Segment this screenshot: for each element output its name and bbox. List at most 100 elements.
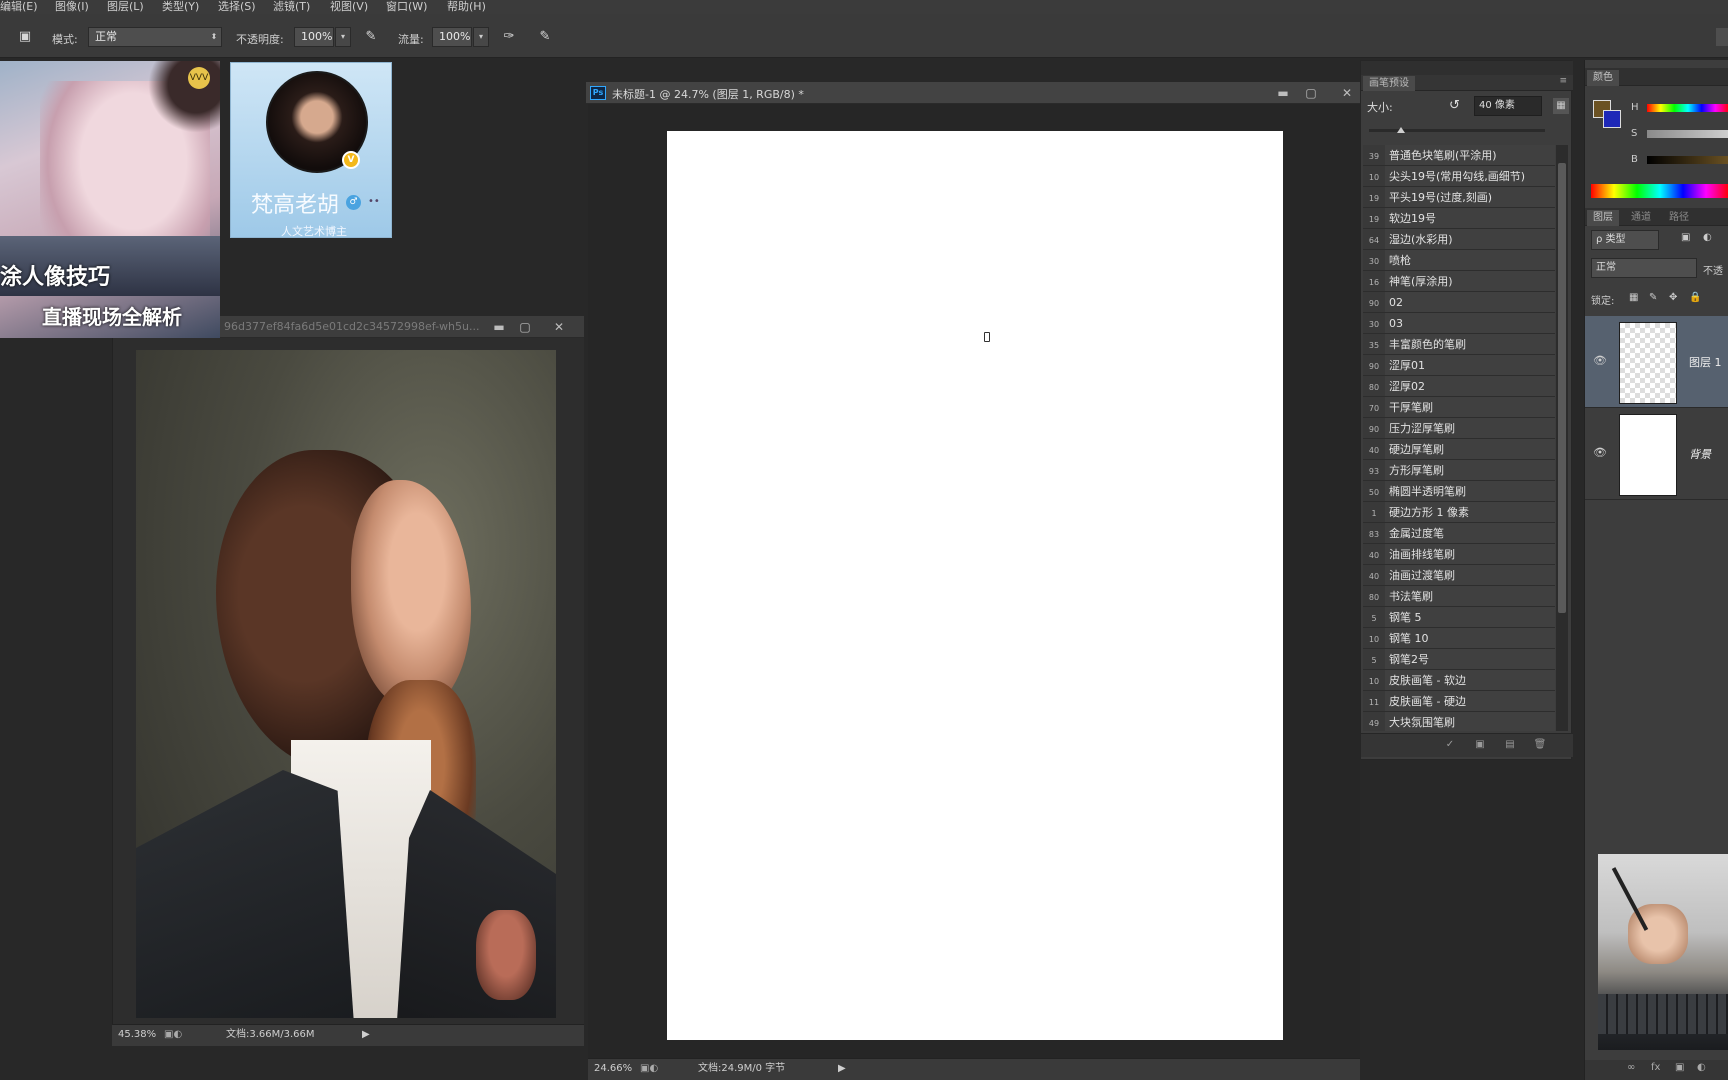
close-icon[interactable]: ✕ — [550, 319, 568, 335]
menu-image[interactable]: 图像(I) — [55, 0, 89, 13]
layer-filter-select[interactable]: ρ 类型 — [1591, 230, 1659, 250]
link-icon[interactable]: ∞ — [1627, 1062, 1635, 1073]
reference-window-titlebar[interactable]: 96d377ef84fa6d5e01cd2c34572998ef-wh5u...… — [220, 316, 584, 338]
main-window-titlebar[interactable]: Ps 未标题-1 @ 24.7% (图层 1, RGB/8) * ▬ ▢ ✕ — [586, 82, 1362, 104]
pressure-size-icon[interactable]: ✎ — [536, 28, 554, 46]
brush-preset-item[interactable]: 5 钢笔 5 — [1363, 607, 1555, 628]
menu-view[interactable]: 视图(V) — [330, 0, 368, 13]
brush-preset-item[interactable]: 64 湿边(水彩用) — [1363, 229, 1555, 250]
brush-preset-item[interactable]: 90 02 — [1363, 292, 1555, 313]
size-slider-thumb[interactable] — [1397, 127, 1405, 133]
brush-preset-item[interactable]: 40 油画排线笔刷 — [1363, 544, 1555, 565]
brush-preset-item[interactable]: 1 硬边方形 1 像素 — [1363, 502, 1555, 523]
new-brush-icon[interactable]: ▤ — [1503, 738, 1517, 752]
maximize-icon[interactable]: ▢ — [1302, 85, 1320, 101]
brush-preset-item[interactable]: 30 喷枪 — [1363, 250, 1555, 271]
brush-preset-item[interactable]: 40 硬边厚笔刷 — [1363, 439, 1555, 460]
brightness-slider[interactable] — [1647, 156, 1728, 164]
brush-preset-item[interactable]: 11 皮肤画笔 - 硬边 — [1363, 691, 1555, 712]
panel-menu-icon[interactable]: ≡ — [1559, 76, 1567, 86]
brush-preset-item[interactable]: 40 油画过渡笔刷 — [1363, 565, 1555, 586]
brush-preset-item[interactable]: 10 皮肤画笔 - 软边 — [1363, 670, 1555, 691]
close-icon[interactable]: ✕ — [1338, 85, 1356, 101]
color-spectrum-ramp[interactable] — [1591, 184, 1728, 198]
minimize-icon[interactable]: ▬ — [1274, 85, 1292, 101]
status-menu-arrow-icon[interactable]: ▶ — [362, 1025, 370, 1045]
background-color-swatch[interactable] — [1603, 110, 1621, 128]
menu-window[interactable]: 窗口(W) — [386, 0, 427, 13]
document-canvas[interactable] — [667, 131, 1283, 1040]
layer-row[interactable]: 👁 图层 1 — [1585, 316, 1728, 408]
visibility-eye-icon[interactable]: 👁 — [1593, 446, 1607, 459]
proof-icon[interactable]: ▣◐ — [640, 1059, 658, 1079]
saturation-slider[interactable] — [1647, 130, 1728, 138]
opacity-input[interactable]: 100% — [294, 27, 334, 47]
lock-paint-icon[interactable]: ✎ — [1649, 292, 1657, 303]
brush-preset-item[interactable]: 90 涩厚01 — [1363, 355, 1555, 376]
brush-preset-item[interactable]: 19 平头19号(过度,刻画) — [1363, 187, 1555, 208]
status-menu-arrow-icon[interactable]: ▶ — [838, 1059, 846, 1079]
tab-brush-presets[interactable]: 画笔预设 — [1363, 76, 1415, 91]
lock-all-icon[interactable]: 🔒 — [1689, 292, 1701, 303]
proof-icon[interactable]: ▣◐ — [164, 1025, 182, 1045]
brush-preset-item[interactable]: 80 涩厚02 — [1363, 376, 1555, 397]
reference-zoom[interactable]: 45.38% — [118, 1025, 156, 1045]
workspace-switcher[interactable] — [1716, 28, 1728, 46]
layer-name[interactable]: 图层 1 — [1689, 354, 1722, 370]
layer-name[interactable]: 背景 — [1689, 446, 1711, 462]
brush-preset-item[interactable]: 39 普通色块笔刷(平涂用) — [1363, 145, 1555, 166]
adjustment-icon[interactable]: ◐ — [1697, 1062, 1706, 1073]
airbrush-icon[interactable]: ✑ — [500, 28, 518, 46]
mask-icon[interactable]: ▣ — [1675, 1062, 1684, 1073]
panel-header[interactable] — [1361, 61, 1573, 75]
brush-preset-item[interactable]: 19 软边19号 — [1363, 208, 1555, 229]
layer-row[interactable]: 👁 背景 — [1585, 408, 1728, 500]
size-slider-track[interactable] — [1369, 129, 1545, 132]
brush-preset-item[interactable]: 10 尖头19号(常用勾线,画细节) — [1363, 166, 1555, 187]
brush-preset-item[interactable]: 49 大块氛围笔刷 — [1363, 712, 1555, 731]
trash-icon[interactable]: 🗑 — [1533, 738, 1547, 752]
minimize-icon[interactable]: ▬ — [490, 319, 508, 335]
brush-preset-item[interactable]: 35 丰富颜色的笔刷 — [1363, 334, 1555, 355]
tab-paths[interactable]: 路径 — [1663, 210, 1695, 226]
mode-select[interactable]: 正常 — [88, 27, 222, 47]
menu-type[interactable]: 类型(Y) — [162, 0, 199, 13]
brush-preset-item[interactable]: 70 干厚笔刷 — [1363, 397, 1555, 418]
pressure-opacity-icon[interactable]: ✎ — [362, 28, 380, 46]
size-input[interactable]: 40 像素 — [1474, 96, 1542, 116]
tab-color[interactable]: 颜色 — [1587, 70, 1619, 86]
menu-select[interactable]: 选择(S) — [218, 0, 256, 13]
lock-move-icon[interactable]: ✥ — [1669, 292, 1677, 303]
lock-transparent-icon[interactable]: ▦ — [1629, 292, 1638, 303]
menu-help[interactable]: 帮助(H) — [447, 0, 486, 13]
hue-slider[interactable] — [1647, 104, 1728, 112]
brush-preset-item[interactable]: 90 压力涩厚笔刷 — [1363, 418, 1555, 439]
blend-mode-select[interactable]: 正常 — [1591, 258, 1697, 278]
reset-icon[interactable]: ↺ — [1449, 98, 1460, 113]
brush-preset-item[interactable]: 30 03 — [1363, 313, 1555, 334]
new-preset-icon[interactable]: ▣ — [1473, 738, 1487, 752]
menu-layer[interactable]: 图层(L) — [107, 0, 144, 13]
toggle-brush-icon[interactable]: ✓ — [1443, 738, 1457, 752]
brush-preset-picker-icon[interactable]: ▣ — [16, 28, 34, 46]
maximize-icon[interactable]: ▢ — [516, 319, 534, 335]
brush-preset-item[interactable]: 16 神笔(厚涂用) — [1363, 271, 1555, 292]
fx-icon[interactable]: fx — [1651, 1062, 1660, 1073]
menu-edit[interactable]: 编辑(E) — [0, 0, 38, 13]
brush-preset-item[interactable]: 93 方形厚笔刷 — [1363, 460, 1555, 481]
brush-preset-item[interactable]: 80 书法笔刷 — [1363, 586, 1555, 607]
main-zoom[interactable]: 24.66% — [594, 1059, 632, 1079]
brush-preset-item[interactable]: 50 椭圆半透明笔刷 — [1363, 481, 1555, 502]
filter-adjust-icon[interactable]: ◐ — [1703, 232, 1712, 243]
brush-panel-toggle-icon[interactable]: ▦ — [1553, 98, 1569, 114]
filter-pixel-icon[interactable]: ▣ — [1681, 232, 1690, 243]
menu-filter[interactable]: 滤镜(T) — [273, 0, 310, 13]
brush-preset-item[interactable]: 83 金属过度笔 — [1363, 523, 1555, 544]
tab-channels[interactable]: 通道 — [1625, 210, 1657, 226]
visibility-eye-icon[interactable]: 👁 — [1593, 354, 1607, 367]
opacity-dropdown-icon[interactable]: ▾ — [335, 27, 351, 47]
flow-dropdown-icon[interactable]: ▾ — [473, 27, 489, 47]
brush-list-scrollbar-thumb[interactable] — [1558, 163, 1566, 613]
brush-preset-item[interactable]: 5 钢笔2号 — [1363, 649, 1555, 670]
tab-layers[interactable]: 图层 — [1587, 210, 1619, 226]
